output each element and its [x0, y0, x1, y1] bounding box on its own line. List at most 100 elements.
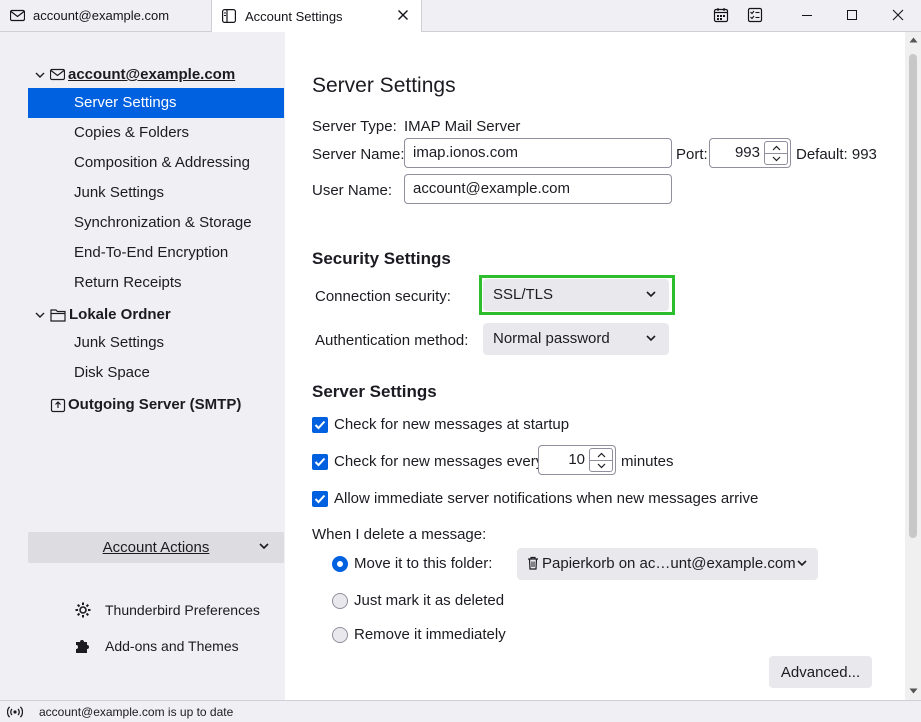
server-name-label: Server Name: — [312, 146, 405, 163]
outgoing-server-node[interactable]: Outgoing Server (SMTP) — [50, 396, 241, 413]
interval-stepper-buttons[interactable] — [589, 448, 613, 472]
settings-page-icon — [221, 8, 237, 24]
move-to-folder-label[interactable]: Move it to this folder: — [354, 555, 492, 572]
chevron-down-icon — [646, 335, 656, 342]
trash-folder-value: Papierkorb on ac…unt@example.com — [542, 555, 796, 572]
status-bar: account@example.com is up to date — [0, 700, 921, 722]
check-interval-value: 10 — [568, 451, 585, 468]
sidebar-item-e2e[interactable]: End-To-End Encryption — [28, 238, 284, 268]
mail-icon — [9, 8, 25, 24]
connection-security-label: Connection security: — [315, 288, 451, 305]
account-actions-label: Account Actions — [102, 539, 210, 556]
chevron-down-icon[interactable] — [34, 69, 46, 81]
scroll-up-icon[interactable] — [908, 36, 918, 44]
server-name-field[interactable]: imap.ionos.com — [404, 138, 672, 168]
move-to-folder-radio[interactable] — [332, 556, 348, 572]
connection-security-select[interactable]: SSL/TLS — [483, 279, 669, 311]
sidebar-item-sync[interactable]: Synchronization & Storage — [28, 208, 284, 238]
vertical-scrollbar[interactable] — [905, 32, 921, 700]
tab-account-settings[interactable]: Account Settings — [211, 0, 422, 32]
trash-folder-select[interactable]: Papierkorb on ac…unt@example.com — [517, 548, 818, 580]
mail-icon — [50, 68, 65, 81]
check-every-label[interactable]: Check for new messages every — [334, 453, 543, 470]
thunderbird-preferences-link[interactable]: Thunderbird Preferences — [74, 601, 260, 619]
sidebar-item-junk[interactable]: Junk Settings — [28, 178, 284, 208]
sidebar-item-server-settings[interactable]: Server Settings — [28, 88, 284, 118]
chevron-down-icon — [797, 560, 807, 567]
server-settings-pane: Server Settings Server Type: IMAP Mail S… — [285, 32, 905, 700]
chevron-down-icon — [646, 291, 656, 298]
outgoing-server-name: Outgoing Server (SMTP) — [68, 396, 242, 413]
server-type-label: Server Type: — [312, 118, 397, 135]
outgoing-server-icon — [50, 398, 66, 412]
chevron-down-icon[interactable] — [765, 153, 787, 164]
user-name-label: User Name: — [312, 182, 393, 199]
port-value: 993 — [734, 144, 760, 161]
account-tree-sidebar: account@example.com Server Settings Copi… — [0, 32, 285, 700]
online-status-icon[interactable] — [7, 704, 23, 720]
default-port-text: Default: 993 — [796, 146, 877, 163]
tab-bar: account@example.com Account Settings — [0, 0, 921, 32]
connection-security-value: SSL/TLS — [493, 286, 554, 303]
tab-mail-label: account@example.com — [33, 8, 170, 23]
preferences-label: Thunderbird Preferences — [105, 602, 260, 618]
window-close-icon[interactable] — [888, 5, 908, 25]
check-startup-label[interactable]: Check for new messages at startup — [334, 416, 569, 433]
checkmark-icon — [314, 420, 326, 430]
port-stepper[interactable]: 993 — [709, 138, 791, 168]
maximize-icon[interactable] — [842, 5, 862, 25]
account-name: account@example.com — [68, 66, 236, 83]
folder-icon — [50, 308, 66, 322]
account-tree-node[interactable]: account@example.com — [34, 66, 235, 83]
check-every-checkbox[interactable] — [312, 454, 328, 470]
chevron-down-icon — [259, 543, 269, 550]
addons-label: Add-ons and Themes — [105, 638, 239, 654]
chevron-down-icon[interactable] — [590, 460, 612, 471]
sidebar-item-disk-space[interactable]: Disk Space — [28, 358, 284, 388]
delete-message-label: When I delete a message: — [312, 526, 487, 543]
allow-notifications-checkbox[interactable] — [312, 491, 328, 507]
gear-icon — [74, 601, 92, 619]
sidebar-item-receipts[interactable]: Return Receipts — [28, 268, 284, 298]
remove-immediately-radio[interactable] — [332, 627, 348, 643]
puzzle-icon — [74, 637, 92, 655]
sidebar-item-local-junk[interactable]: Junk Settings — [28, 328, 284, 358]
mark-deleted-radio[interactable] — [332, 593, 348, 609]
port-label: Port: — [676, 146, 708, 163]
sidebar-item-composition[interactable]: Composition & Addressing — [28, 148, 284, 178]
security-settings-heading: Security Settings — [312, 249, 451, 268]
check-interval-stepper[interactable]: 10 — [538, 445, 616, 475]
remove-immediately-label[interactable]: Remove it immediately — [354, 626, 506, 643]
auth-method-select[interactable]: Normal password — [483, 323, 669, 355]
calendar-icon[interactable] — [711, 5, 731, 25]
checkmark-icon — [314, 494, 326, 504]
server-type-value: IMAP Mail Server — [404, 118, 521, 135]
local-folders-name: Lokale Ordner — [69, 306, 171, 323]
status-text: account@example.com is up to date — [39, 704, 234, 719]
auth-method-label: Authentication method: — [315, 332, 469, 349]
sidebar-item-copies-folders[interactable]: Copies & Folders — [28, 118, 284, 148]
port-stepper-buttons[interactable] — [764, 141, 788, 165]
local-folders-node[interactable]: Lokale Ordner — [34, 306, 171, 323]
check-startup-checkbox[interactable] — [312, 417, 328, 433]
scroll-down-icon[interactable] — [908, 687, 918, 695]
tab-mail[interactable]: account@example.com — [0, 0, 210, 31]
minutes-label: minutes — [621, 453, 674, 470]
allow-notifications-label[interactable]: Allow immediate server notifications whe… — [334, 490, 758, 507]
checkmark-icon — [314, 457, 326, 467]
page-title: Server Settings — [312, 74, 456, 97]
tab-account-settings-label: Account Settings — [245, 8, 343, 24]
scrollbar-thumb[interactable] — [909, 54, 917, 538]
chevron-down-icon[interactable] — [34, 309, 46, 321]
close-icon[interactable] — [395, 7, 411, 23]
auth-method-value: Normal password — [493, 330, 610, 347]
tasks-icon[interactable] — [745, 5, 765, 25]
minimize-icon[interactable] — [797, 5, 817, 25]
account-actions-button[interactable]: Account Actions — [28, 532, 284, 563]
mark-deleted-label[interactable]: Just mark it as deleted — [354, 592, 504, 609]
user-name-field[interactable]: account@example.com — [404, 174, 672, 204]
trash-icon — [528, 556, 538, 570]
advanced-button[interactable]: Advanced... — [769, 656, 872, 688]
addons-themes-link[interactable]: Add-ons and Themes — [74, 637, 239, 655]
server-settings-heading: Server Settings — [312, 382, 437, 401]
